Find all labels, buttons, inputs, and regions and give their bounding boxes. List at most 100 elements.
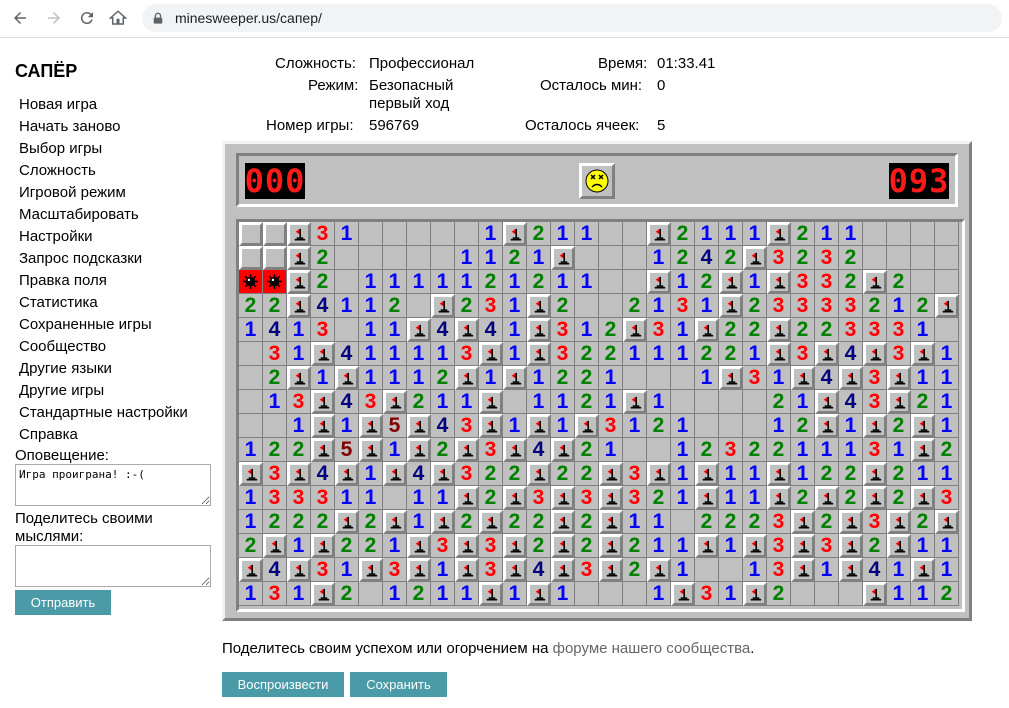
number-cell[interactable]: 2 [935,438,959,462]
number-cell[interactable]: 2 [335,582,359,606]
flag-icon[interactable] [863,270,887,294]
number-cell[interactable]: 1 [359,462,383,486]
number-cell[interactable]: 1 [383,366,407,390]
empty-cell[interactable] [671,390,695,414]
number-cell[interactable]: 2 [239,294,263,318]
flag-icon[interactable] [815,390,839,414]
empty-cell[interactable] [239,390,263,414]
number-cell[interactable]: 1 [791,462,815,486]
number-cell[interactable]: 1 [935,366,959,390]
number-cell[interactable]: 2 [695,438,719,462]
flag-icon[interactable] [647,558,671,582]
flag-icon[interactable] [551,534,575,558]
number-cell[interactable]: 2 [311,270,335,294]
number-cell[interactable]: 1 [479,366,503,390]
exploded-mine-icon[interactable] [239,270,263,294]
number-cell[interactable]: 2 [479,462,503,486]
flag-icon[interactable] [767,462,791,486]
flag-icon[interactable] [743,246,767,270]
number-cell[interactable]: 2 [239,534,263,558]
number-cell[interactable]: 1 [935,534,959,558]
number-cell[interactable]: 2 [527,270,551,294]
number-cell[interactable]: 3 [359,390,383,414]
flag-icon[interactable] [503,534,527,558]
number-cell[interactable]: 1 [479,246,503,270]
number-cell[interactable]: 1 [647,534,671,558]
number-cell[interactable]: 1 [287,582,311,606]
flag-icon[interactable] [551,558,575,582]
number-cell[interactable]: 2 [671,246,695,270]
number-cell[interactable]: 2 [575,510,599,534]
flag-icon[interactable] [911,486,935,510]
number-cell[interactable]: 3 [311,222,335,246]
number-cell[interactable]: 2 [287,438,311,462]
number-cell[interactable]: 2 [647,414,671,438]
number-cell[interactable]: 4 [839,342,863,366]
empty-cell[interactable] [359,246,383,270]
number-cell[interactable]: 4 [431,318,455,342]
empty-cell[interactable] [911,246,935,270]
flag-icon[interactable] [287,366,311,390]
flag-icon[interactable] [695,462,719,486]
number-cell[interactable]: 2 [599,318,623,342]
back-arrow-icon[interactable] [8,6,32,30]
flag-icon[interactable] [407,414,431,438]
number-cell[interactable]: 3 [479,534,503,558]
flag-icon[interactable] [839,366,863,390]
empty-cell[interactable] [335,246,359,270]
number-cell[interactable]: 1 [431,558,455,582]
number-cell[interactable]: 1 [455,270,479,294]
number-cell[interactable]: 1 [383,438,407,462]
flag-icon[interactable] [935,294,959,318]
empty-cell[interactable] [695,390,719,414]
home-icon[interactable] [106,6,130,30]
menu-item[interactable]: Другие игры [19,380,188,402]
number-cell[interactable]: 2 [527,510,551,534]
flag-icon[interactable] [359,414,383,438]
number-cell[interactable]: 3 [815,294,839,318]
number-cell[interactable]: 3 [815,534,839,558]
flag-icon[interactable] [335,366,359,390]
flag-icon[interactable] [887,366,911,390]
empty-cell[interactable] [383,246,407,270]
number-cell[interactable]: 1 [647,390,671,414]
menu-item[interactable]: Масштабировать [19,204,188,226]
number-cell[interactable]: 4 [335,390,359,414]
empty-cell[interactable] [599,222,623,246]
empty-cell[interactable] [863,222,887,246]
number-cell[interactable]: 2 [911,510,935,534]
number-cell[interactable]: 1 [911,462,935,486]
number-cell[interactable]: 3 [455,462,479,486]
number-cell[interactable]: 1 [335,414,359,438]
empty-cell[interactable] [239,342,263,366]
empty-cell[interactable] [407,222,431,246]
number-cell[interactable]: 2 [719,318,743,342]
flag-icon[interactable] [695,318,719,342]
number-cell[interactable]: 1 [911,582,935,606]
flag-icon[interactable] [743,582,767,606]
number-cell[interactable]: 1 [743,270,767,294]
number-cell[interactable]: 3 [767,246,791,270]
number-cell[interactable]: 2 [791,414,815,438]
number-cell[interactable]: 1 [287,342,311,366]
number-cell[interactable]: 1 [287,318,311,342]
number-cell[interactable]: 1 [335,222,359,246]
number-cell[interactable]: 1 [239,510,263,534]
empty-cell[interactable] [623,222,647,246]
flag-icon[interactable] [791,558,815,582]
number-cell[interactable]: 1 [527,390,551,414]
number-cell[interactable]: 2 [551,366,575,390]
flag-icon[interactable] [815,486,839,510]
empty-cell[interactable] [647,366,671,390]
number-cell[interactable]: 1 [719,534,743,558]
number-cell[interactable]: 1 [503,270,527,294]
number-cell[interactable]: 1 [647,510,671,534]
flag-icon[interactable] [479,390,503,414]
lock-icon[interactable] [152,11,166,25]
number-cell[interactable]: 5 [335,438,359,462]
number-cell[interactable]: 3 [551,342,575,366]
flag-icon[interactable] [839,558,863,582]
number-cell[interactable]: 2 [503,462,527,486]
flag-icon[interactable] [287,294,311,318]
flag-icon[interactable] [599,510,623,534]
